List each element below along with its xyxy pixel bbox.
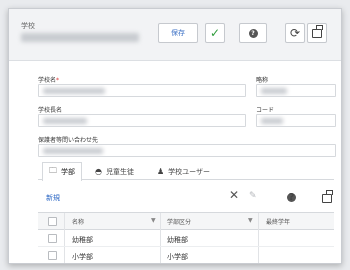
header-title-label: 学校: [21, 22, 35, 30]
save-button[interactable]: 保存: [158, 23, 198, 43]
confirm-button[interactable]: ✓: [205, 23, 225, 43]
contact-value-blurred: [43, 148, 103, 154]
filter-icon[interactable]: ▼: [248, 217, 253, 224]
refresh-icon: ⟳: [289, 26, 301, 40]
code-value-blurred: [261, 118, 283, 124]
row-checkbox[interactable]: [48, 234, 57, 243]
department-table: 名称 ▼ 学部区分 ▼ 最終学年 幼稚部 幼稚部 小学部 小学部: [38, 212, 334, 263]
school-editor-window: 学校 保存 ✓ ? ⟳ 学校名* 略称 学校長名 コード 保護者等問い合わせ先 …: [8, 8, 342, 264]
table-row[interactable]: 小学部 小学部: [38, 247, 334, 263]
tab-department[interactable]: 🗀 学部: [42, 162, 82, 181]
help-button[interactable]: ?: [239, 23, 267, 43]
principal-label: 学校長名: [38, 107, 63, 114]
column-header-final-grade[interactable]: 最終学年: [266, 217, 290, 226]
new-link[interactable]: 新規: [46, 193, 60, 203]
department-toolbar: 新規 ✕ ✎ ?: [38, 187, 334, 207]
principal-value-blurred: [43, 118, 87, 124]
student-icon: ◓: [95, 167, 102, 176]
tab-students[interactable]: ◓ 児童生徒: [88, 162, 141, 180]
column-header-category[interactable]: 学部区分: [167, 217, 191, 226]
detail-tabs: 🗀 学部 ◓ 児童生徒 ♟ 学校ユーザー: [38, 162, 334, 181]
abbreviation-field[interactable]: [256, 84, 336, 97]
filter-icon[interactable]: ▼: [151, 217, 156, 224]
row-category: 小学部: [167, 253, 188, 261]
delete-icon[interactable]: ✕: [229, 188, 239, 202]
save-button-label: 保存: [171, 29, 185, 37]
help-icon: ?: [248, 28, 258, 38]
row-category: 幼稚部: [167, 236, 188, 244]
tab-school-users-label: 学校ユーザー: [168, 167, 211, 176]
tab-students-label: 児童生徒: [105, 167, 134, 176]
row-name: 小学部: [72, 253, 93, 261]
open-new-window-button[interactable]: [307, 23, 327, 43]
tab-department-label: 学部: [61, 168, 75, 176]
checkmark-icon: ✓: [209, 26, 221, 40]
folder-icon: 🗀: [49, 166, 57, 175]
abbreviation-value-blurred: [261, 88, 287, 94]
new-window-icon: [312, 24, 323, 38]
users-icon: ♟: [157, 167, 165, 176]
window-header: 学校 保存 ✓ ? ⟳: [9, 9, 341, 61]
code-field[interactable]: [256, 114, 336, 127]
school-name-field[interactable]: [38, 84, 246, 97]
edit-icon[interactable]: ✎: [249, 191, 257, 201]
column-header-name[interactable]: 名称: [72, 217, 84, 226]
header-school-name-blurred: [21, 33, 139, 42]
abbreviation-label: 略称: [256, 77, 269, 84]
principal-field[interactable]: [38, 114, 246, 127]
table-row[interactable]: 幼稚部 幼稚部: [38, 230, 334, 247]
contact-label: 保護者等問い合わせ先: [38, 137, 99, 144]
help-icon[interactable]: ?: [287, 193, 296, 203]
refresh-button[interactable]: ⟳: [285, 23, 305, 43]
row-name: 幼稚部: [72, 236, 93, 244]
school-name-value-blurred: [43, 88, 105, 94]
contact-field[interactable]: [38, 144, 336, 157]
code-label: コード: [256, 107, 275, 114]
table-header: 名称 ▼ 学部区分 ▼ 最終学年: [38, 213, 334, 230]
new-window-icon[interactable]: [322, 190, 333, 203]
tab-school-users[interactable]: ♟ 学校ユーザー: [150, 162, 217, 180]
row-checkbox[interactable]: [48, 251, 57, 260]
school-name-label: 学校名*: [38, 77, 60, 84]
form-body: 学校名* 略称 学校長名 コード 保護者等問い合わせ先 🗀 学部 ◓ 児童生徒 …: [9, 61, 341, 263]
select-all-checkbox[interactable]: [48, 217, 57, 226]
